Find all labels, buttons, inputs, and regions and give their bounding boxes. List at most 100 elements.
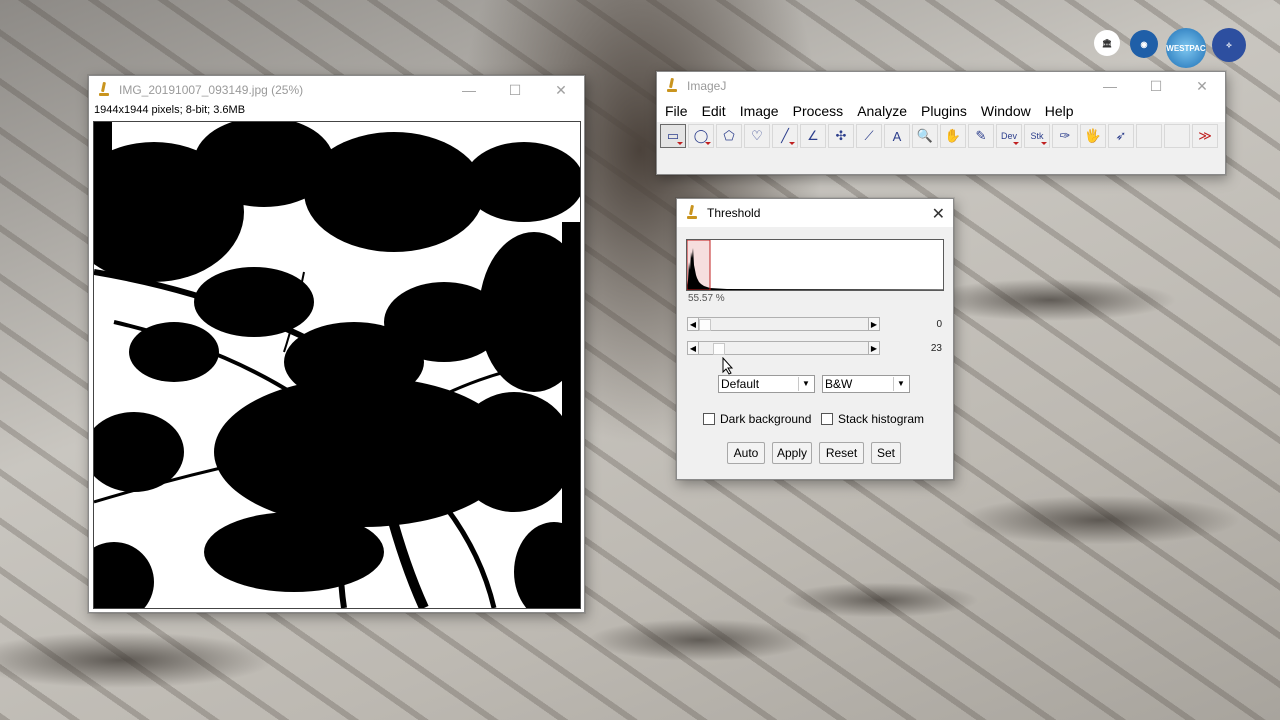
menu-bar: File Edit Image Process Analyze Plugins Window… — [657, 100, 1225, 122]
slider-track[interactable] — [699, 341, 868, 355]
max-threshold-value: 23 — [930, 343, 942, 354]
brush-tool-icon-glyph: ✑ — [1059, 128, 1071, 143]
point-tool-icon-glyph: ✣ — [835, 128, 847, 143]
minimize-icon[interactable]: — — [446, 76, 492, 104]
text-tool-icon-glyph: A — [892, 128, 902, 144]
imagej-icon — [667, 78, 681, 94]
auto-button[interactable]: Auto — [727, 442, 765, 464]
slider-thumb[interactable] — [713, 343, 725, 355]
stk-tool-icon[interactable]: Stk — [1024, 124, 1050, 148]
imagej-titlebar[interactable]: ImageJ — ☐ ✕ — [657, 72, 1225, 100]
minimize-icon[interactable]: — — [1087, 72, 1133, 100]
freehand-tool-icon-glyph: ♡ — [751, 128, 763, 143]
rectangle-tool-icon[interactable]: ▭ — [660, 124, 686, 148]
threshold-titlebar[interactable]: Threshold ✕ — [677, 199, 953, 227]
chevron-down-icon[interactable]: ▼ — [893, 377, 908, 391]
max-threshold-slider[interactable]: ◀ ▶ — [687, 341, 880, 355]
point-tool-icon[interactable]: ✣ — [828, 124, 854, 148]
thresholded-image-canvas[interactable] — [64, 117, 594, 622]
canopy-silhouette — [64, 117, 594, 622]
dark-background-label: Dark background — [720, 412, 812, 426]
unesco-logo: 🏛 — [1094, 30, 1120, 56]
brush-tool-icon[interactable]: ✑ — [1052, 124, 1078, 148]
more-tools-icon-glyph: ≫ — [1198, 128, 1212, 143]
menu-edit[interactable]: Edit — [696, 103, 734, 119]
threshold-title: Threshold — [707, 206, 761, 220]
westpac-logo: WESTPAC — [1166, 28, 1206, 68]
set-button[interactable]: Set — [871, 442, 901, 464]
wand-tool-icon[interactable]: ⟋ — [856, 124, 882, 148]
close-icon[interactable]: ✕ — [1179, 72, 1225, 100]
status-bar — [657, 150, 1225, 174]
stack-histogram-checkbox[interactable]: Stack histogram — [821, 412, 924, 426]
empty-tool-2[interactable] — [1164, 124, 1190, 148]
method-select[interactable]: Default ▼ — [718, 375, 815, 393]
image-window[interactable]: IMG_20191007_093149.jpg (25%) — ☐ ✕ 1944… — [64, 75, 594, 622]
arrow-tool-icon[interactable]: ➶ — [1108, 124, 1134, 148]
oval-tool-icon[interactable]: ◯ — [688, 124, 714, 148]
image-window-title: IMG_20191007_093149.jpg (25%) — [119, 83, 304, 97]
close-icon[interactable]: ✕ — [538, 76, 584, 104]
slider-right-arrow-icon[interactable]: ▶ — [868, 317, 880, 331]
checkbox-box[interactable] — [703, 413, 715, 425]
maximize-icon[interactable]: ☐ — [492, 76, 538, 104]
dev-tool-icon[interactable]: Dev — [996, 124, 1022, 148]
imagej-icon — [687, 205, 701, 221]
stk-tool-icon-glyph: Stk — [1030, 131, 1044, 141]
text-tool-icon[interactable]: A — [884, 124, 910, 148]
maximize-icon[interactable]: ☐ — [1133, 72, 1179, 100]
close-icon[interactable]: ✕ — [932, 204, 945, 224]
slider-left-arrow-icon[interactable]: ◀ — [687, 317, 699, 331]
image-info: 1944x1944 pixels; 8-bit; 3.6MB — [94, 104, 246, 116]
flood-fill-tool-icon-glyph: 🖐 — [1084, 128, 1102, 143]
checkbox-box[interactable] — [821, 413, 833, 425]
line-tool-icon[interactable]: ╱ — [772, 124, 798, 148]
slider-track[interactable] — [699, 317, 868, 331]
hand-tool-icon[interactable]: ✋ — [940, 124, 966, 148]
menu-plugins[interactable]: Plugins — [915, 103, 975, 119]
dark-background-checkbox[interactable]: Dark background — [703, 412, 811, 426]
magnifier-tool-icon[interactable]: 🔍 — [912, 124, 938, 148]
flood-fill-tool-icon[interactable]: 🖐 — [1080, 124, 1106, 148]
slider-thumb[interactable] — [699, 319, 711, 331]
menu-file[interactable]: File — [659, 103, 696, 119]
freehand-tool-icon[interactable]: ♡ — [744, 124, 770, 148]
menu-window[interactable]: Window — [975, 103, 1039, 119]
menu-help[interactable]: Help — [1039, 103, 1082, 119]
org-logo: ✧ — [1212, 28, 1246, 62]
slider-right-arrow-icon[interactable]: ▶ — [868, 341, 880, 355]
more-tools-icon[interactable]: ≫ — [1192, 124, 1218, 148]
chevron-down-icon[interactable]: ▼ — [798, 377, 813, 391]
polygon-tool-icon[interactable]: ⬠ — [716, 124, 742, 148]
arrow-tool-icon-glyph: ➶ — [1115, 128, 1127, 143]
line-tool-icon-glyph: ╱ — [781, 128, 789, 143]
color-picker-tool-icon-glyph: ✎ — [975, 128, 987, 143]
angle-tool-icon-glyph: ∠ — [807, 128, 819, 143]
imagej-title: ImageJ — [687, 79, 727, 93]
apply-button[interactable]: Apply — [772, 442, 812, 464]
mode-select[interactable]: B&W ▼ — [822, 375, 910, 393]
threshold-percent: 55.57 % — [688, 293, 725, 304]
histogram — [686, 239, 944, 291]
color-picker-tool-icon[interactable]: ✎ — [968, 124, 994, 148]
image-window-titlebar[interactable]: IMG_20191007_093149.jpg (25%) — ☐ ✕ — [89, 76, 584, 104]
imagej-main-window[interactable]: ImageJ — ☐ ✕ File Edit Image Process Analyze… — [656, 71, 1226, 175]
angle-tool-icon[interactable]: ∠ — [800, 124, 826, 148]
threshold-dialog[interactable]: Threshold ✕ 55.57 % ◀ ▶ 0 ◀ ▶ 23 Default… — [676, 198, 954, 480]
imagej-icon — [99, 82, 113, 98]
menu-analyze[interactable]: Analyze — [851, 103, 915, 119]
menu-process[interactable]: Process — [787, 103, 852, 119]
min-threshold-slider[interactable]: ◀ ▶ — [687, 317, 880, 331]
stack-histogram-label: Stack histogram — [838, 412, 925, 426]
dev-tool-icon-glyph: Dev — [1000, 131, 1017, 141]
slider-left-arrow-icon[interactable]: ◀ — [687, 341, 699, 355]
empty-tool-1[interactable] — [1136, 124, 1162, 148]
menu-image[interactable]: Image — [734, 103, 787, 119]
tool-bar: ▭ ◯ ⬠ ♡ ╱ ∠ ✣ ⟋ A 🔍 ✋ ✎ Dev Stk ✑ 🖐 ➶ ≫ — [657, 122, 1225, 150]
hand-tool-icon-glyph: ✋ — [944, 128, 962, 143]
histogram-plot — [687, 240, 943, 290]
method-value: Default — [721, 377, 760, 391]
reset-button[interactable]: Reset — [819, 442, 864, 464]
mouse-cursor-icon — [722, 357, 734, 375]
magnifier-tool-icon-glyph: 🔍 — [916, 128, 934, 143]
